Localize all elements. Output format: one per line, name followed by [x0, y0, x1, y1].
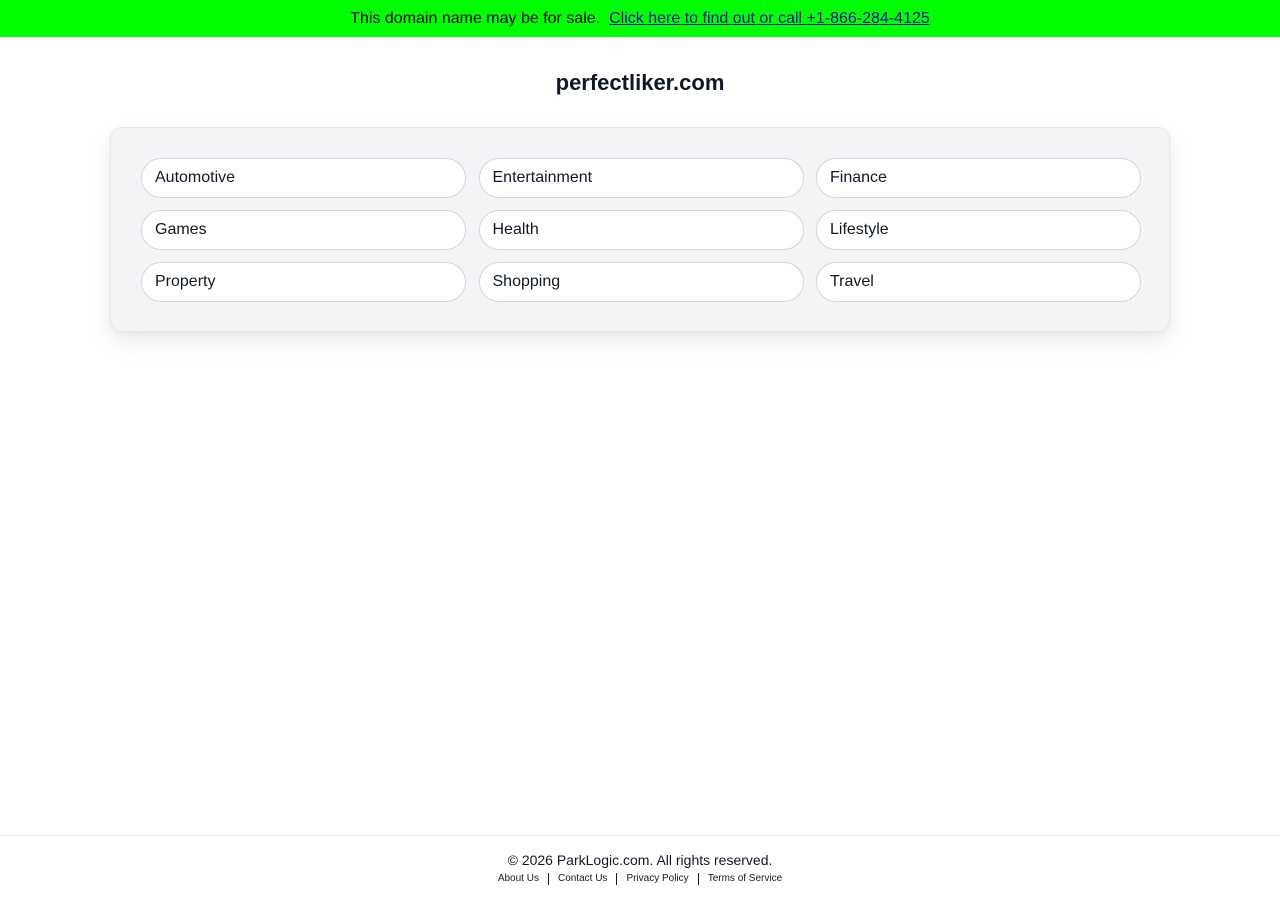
- footer-links: About Us Contact Us Privacy Policy Terms…: [0, 872, 1280, 886]
- footer-link-about-us[interactable]: About Us: [498, 872, 539, 886]
- category-grid: Automotive Entertainment Finance Games H…: [141, 158, 1141, 302]
- footer-link-contact-us[interactable]: Contact Us: [558, 872, 607, 886]
- footer-separator: [616, 873, 618, 885]
- sale-inquiry-link[interactable]: Click here to find out or call +1-866-28…: [609, 10, 930, 28]
- sale-banner: This domain name may be for sale. Click …: [0, 0, 1280, 37]
- category-card: Automotive Entertainment Finance Games H…: [110, 127, 1170, 332]
- category-finance[interactable]: Finance: [816, 158, 1141, 198]
- sale-banner-text: This domain name may be for sale.: [350, 9, 601, 27]
- category-games[interactable]: Games: [141, 210, 466, 250]
- category-lifestyle[interactable]: Lifestyle: [816, 210, 1141, 250]
- domain-title: perfectliker.com: [555, 70, 725, 95]
- category-shopping[interactable]: Shopping: [478, 262, 804, 302]
- copyright-text: © 2026 ParkLogic.com. All rights reserve…: [507, 852, 773, 868]
- category-health[interactable]: Health: [478, 210, 804, 250]
- category-entertainment[interactable]: Entertainment: [478, 158, 804, 198]
- footer: © 2026 ParkLogic.com. All rights reserve…: [0, 835, 1280, 900]
- category-property[interactable]: Property: [141, 262, 466, 302]
- page: This domain name may be for sale. Click …: [0, 0, 1280, 900]
- footer-separator: [697, 873, 699, 885]
- category-travel[interactable]: Travel: [816, 262, 1141, 302]
- category-automotive[interactable]: Automotive: [141, 158, 466, 198]
- footer-link-terms-of-service[interactable]: Terms of Service: [708, 872, 782, 886]
- footer-separator: [547, 873, 549, 885]
- footer-link-privacy-policy[interactable]: Privacy Policy: [626, 872, 688, 886]
